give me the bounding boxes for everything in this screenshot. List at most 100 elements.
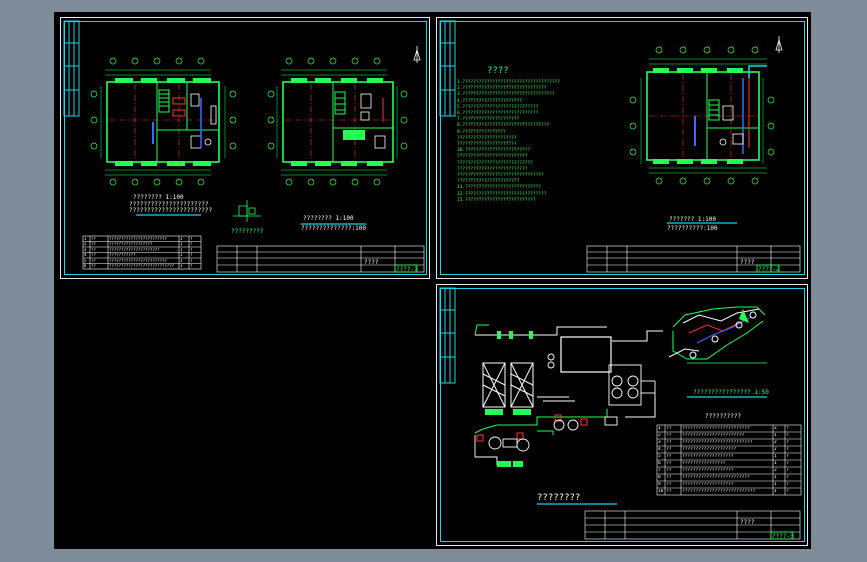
table-cell: ?: [190, 253, 193, 257]
plan-note-right: ??????????????:100: [301, 225, 367, 232]
note-line: 11.????????????????????????????: [457, 185, 541, 191]
table-cell: 1: [774, 432, 777, 438]
plan-note-left-2: ???????????????????????: [129, 207, 213, 214]
note-line: ??????????????????????: [457, 135, 517, 141]
note-line: 5.????????????????????????????: [457, 104, 539, 110]
table-cell: 1: [774, 460, 777, 466]
note-line: 9.????????????????: [457, 129, 506, 135]
drawing-number: ????-1: [396, 266, 418, 273]
plan-title: ??????? 1:100: [669, 216, 716, 223]
table-cell: ??: [666, 488, 672, 494]
sheet-3-graphics: [439, 287, 802, 540]
table-cell: 1: [658, 425, 661, 431]
table-cell: ?: [786, 488, 789, 494]
note-line: 3.??????????????????????????????????: [457, 92, 555, 98]
table-cell: 8: [658, 474, 661, 480]
table-cell: ??????????????????: [109, 242, 153, 246]
table-cell: ??: [666, 432, 672, 438]
drawing-name: ????: [364, 259, 379, 266]
equipment-table: 1??????????????????????????? 2? 2?????????…: [657, 425, 801, 495]
table-cell: ???????????????????????????: [682, 488, 756, 494]
floor-plan-2: [267, 57, 408, 186]
table-cell: ?: [190, 258, 193, 263]
table-cell: ?: [786, 432, 789, 438]
table-cell: 3: [84, 247, 87, 252]
table-cell: ?: [786, 425, 789, 431]
table-cell: ?: [190, 242, 193, 246]
table-cell: 7: [658, 467, 661, 473]
table-cell: ?????????????????????????: [682, 474, 750, 480]
material-table: 1?????????????????????????? 1? 2??????????…: [83, 236, 201, 269]
system-schematic: [474, 324, 663, 467]
table-cell: ?: [786, 481, 789, 487]
note-line: ??????????????????????????: [457, 166, 528, 172]
table-cell: ?????????????????????: [109, 247, 160, 252]
note-line: 4.??????????????????????: [457, 98, 523, 104]
table-cell: ??: [91, 247, 96, 252]
table-cell: ??: [666, 474, 672, 480]
table-cell: 1: [180, 242, 183, 246]
table-cell: ??: [666, 460, 672, 466]
drawing-name: ????: [740, 519, 755, 526]
drawing-sheet-1: ???????? 1:100 ?????????????????????? ??…: [60, 17, 430, 279]
plan-title-right: ???????? 1:100: [303, 215, 354, 222]
floor-plan-3: [629, 46, 775, 185]
table-cell: ??????????????????????????: [682, 439, 753, 445]
table-cell: ?: [786, 446, 789, 452]
table-cell: ?: [786, 460, 789, 466]
table-cell: 6: [84, 264, 87, 268]
table-cell: 6: [658, 460, 661, 466]
table-cell: 2: [774, 446, 777, 452]
table-cell: 4: [84, 253, 87, 257]
table-cell: 10: [658, 488, 664, 494]
table-cell: ???????????????????: [682, 467, 734, 473]
drawing-number: ????-3: [772, 533, 794, 540]
table-cell: 1: [180, 247, 183, 252]
title-block-grid: [216, 245, 425, 273]
table-cell: 2: [774, 467, 777, 473]
note-line: 8.????????????????????????????????: [457, 123, 550, 129]
table-cell: ?????????????????????????: [682, 425, 750, 431]
table-cell: ??: [666, 481, 672, 487]
table-cell: ??: [91, 264, 96, 268]
table-cell: 1: [774, 488, 777, 494]
plan-note: ??????????:100: [667, 225, 718, 232]
table-cell: ??: [666, 453, 672, 459]
table-cell: 1: [180, 236, 183, 241]
table-cell: ?: [786, 453, 789, 459]
table-cell: 1: [774, 474, 777, 480]
table-cell: ???????????????????: [682, 481, 734, 487]
table-cell: ?: [190, 264, 193, 268]
table-cell: ????????????????????????: [109, 258, 167, 263]
equipment-table-caption: ??????????: [705, 413, 742, 420]
table-cell: ??: [666, 446, 672, 452]
table-cell: 2: [774, 439, 777, 445]
table-cell: ?: [190, 236, 193, 241]
legend-caption: ?????????: [231, 228, 264, 235]
table-cell: ??: [666, 425, 672, 431]
note-line: 12.??????????????????????????????: [457, 191, 547, 197]
table-cell: ??: [91, 242, 96, 246]
table-cell: 1: [774, 453, 777, 459]
isometric-title: ???????????????? 1:50: [693, 389, 769, 396]
drawing-viewport[interactable]: ???????? 1:100 ?????????????????????? ??…: [54, 12, 811, 549]
table-cell: ???????????????????????????: [109, 264, 175, 268]
system-diagram-title: ????????: [537, 493, 581, 503]
table-cell: ???????????????????: [682, 453, 734, 459]
table-cell: 1: [180, 264, 183, 268]
drawing-name: ????: [740, 259, 755, 266]
table-cell: 1: [180, 253, 183, 257]
table-cell: ??: [666, 467, 672, 473]
table-cell: ???????????: [109, 253, 136, 257]
notes-heading: ????: [487, 66, 509, 76]
table-cell: 1: [84, 236, 87, 241]
table-cell: ???????????????????????: [682, 432, 745, 438]
table-cell: ?: [190, 247, 193, 252]
table-cell: ?: [786, 439, 789, 445]
legend-symbol: [233, 200, 261, 222]
table-cell: 2: [774, 425, 777, 431]
note-line: ????????????????????????????: [457, 160, 533, 166]
table-cell: 1: [774, 481, 777, 487]
note-line: 13.??????????????????????????: [457, 197, 536, 203]
table-cell: ??: [91, 253, 96, 257]
